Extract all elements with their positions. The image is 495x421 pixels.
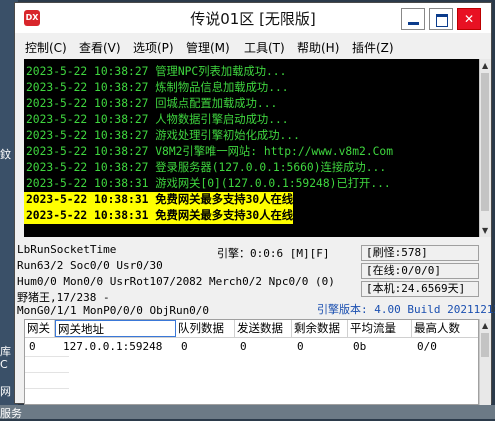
cell-gate-address: 127.0.0.1:59248	[63, 340, 163, 353]
run-stats: Run63/2 Soc0/0 Usr0/30	[17, 259, 163, 272]
maximize-icon	[436, 14, 448, 27]
scrollbar-thumb[interactable]	[481, 333, 489, 357]
local-uptime: [本机:24.6569天]	[361, 281, 479, 297]
col-remaining[interactable]: 剩余数据	[292, 320, 348, 337]
table-scrollbar[interactable]: ▲	[479, 319, 491, 405]
log-line: 2023-5-22 10:38:27 V8M2引擎唯一网站: http://ww…	[26, 145, 394, 158]
menu-manage[interactable]: 管理(M)	[186, 39, 230, 56]
log-scrollbar[interactable]: ▲ ▼	[479, 59, 491, 237]
cell-max-users: 0/0	[417, 340, 437, 353]
maximize-button[interactable]	[429, 8, 453, 30]
col-gate-address[interactable]: 网关地址	[55, 320, 176, 337]
log-line: 2023-5-22 10:38:27 登录服务器(127.0.0.1:5660)…	[26, 161, 387, 174]
log-line: 2023-5-22 10:38:27 回城点配置加载成功...	[26, 97, 278, 110]
log-console[interactable]: 2023-5-22 10:38:27 管理NPC列表加载成功... 2023-5…	[24, 59, 479, 237]
refresh-count: [刷怪:578]	[361, 245, 479, 261]
cell-sent: 0	[240, 340, 247, 353]
minimize-button[interactable]	[401, 8, 425, 30]
menu-view[interactable]: 查看(V)	[79, 39, 121, 56]
engine-runtime: 引擎：0:0:6 [M][F]	[217, 247, 330, 260]
col-max-users[interactable]: 最高人数	[412, 320, 478, 337]
scrollbar-thumb[interactable]	[481, 73, 489, 211]
log-line: 2023-5-22 10:38:27 游戏处理引擎初始化成功...	[26, 129, 300, 142]
scroll-up-icon[interactable]: ▲	[482, 321, 488, 330]
log-line: 2023-5-22 10:38:31 免费网关最多支持30人在线	[24, 208, 294, 224]
title-bar[interactable]: DX 传说01区 [无限版] ✕	[15, 3, 491, 33]
scroll-up-icon[interactable]: ▲	[482, 61, 488, 70]
log-line: 2023-5-22 10:38:27 炼制物品信息加载成功...	[26, 81, 289, 94]
online-count: [在线:0/0/0]	[361, 263, 479, 279]
col-queue[interactable]: 队列数据	[176, 320, 235, 337]
menu-help[interactable]: 帮助(H)	[297, 39, 339, 56]
socket-time-label: LbRunSocketTime	[17, 243, 117, 256]
log-line: 2023-5-22 10:38:27 管理NPC列表加载成功...	[26, 65, 287, 78]
scroll-down-icon[interactable]: ▼	[482, 226, 488, 235]
menu-plugins[interactable]: 插件(Z)	[352, 39, 394, 56]
log-line: 2023-5-22 10:38:27 人物数据引擎启动成功...	[26, 113, 289, 126]
cell-remaining: 0	[297, 340, 304, 353]
gate-table-header: 网关 网关地址 队列数据 发送数据 剩余数据 平均流量 最高人数	[25, 320, 478, 338]
close-icon: ✕	[463, 12, 475, 26]
log-line: 2023-5-22 10:38:31 游戏网关[0](127.0.0.1:592…	[26, 177, 391, 190]
mon-stats: MonG0/1/1 MonP0/0/0 ObjRun0/0	[17, 304, 210, 317]
close-button[interactable]: ✕	[457, 8, 481, 30]
minimize-icon	[408, 22, 419, 25]
player-info: 野猪王,17/238 -	[17, 291, 110, 304]
engine-version: 引擎版本: 4.00 Build 20211212	[317, 303, 495, 316]
grid-line	[25, 388, 69, 389]
cell-avg-traffic: 0b	[353, 340, 367, 353]
cell-queue: 0	[181, 340, 188, 353]
grid-line	[25, 356, 69, 357]
col-gate[interactable]: 网关	[25, 320, 55, 337]
menu-control[interactable]: 控制(C)	[25, 39, 67, 56]
log-line: 2023-5-22 10:38:31 免费网关最多支持30人在线	[24, 192, 294, 208]
desktop-taskbar-strip: 服务	[0, 405, 495, 420]
menu-options[interactable]: 选项(P)	[133, 39, 174, 56]
menu-tools[interactable]: 工具(T)	[244, 39, 285, 56]
gate-table[interactable]: 网关 网关地址 队列数据 发送数据 剩余数据 平均流量 最高人数 0 127.0…	[24, 319, 479, 405]
hum-stats: Hum0/0 Mon0/0 UsrRot107/2082 Merch0/2 Np…	[17, 275, 335, 288]
cell-gate: 0	[29, 340, 36, 353]
col-avg-traffic[interactable]: 平均流量	[348, 320, 412, 337]
col-sent[interactable]: 发送数据	[235, 320, 292, 337]
server-window: DX 传说01区 [无限版] ✕ 控制(C) 查看(V) 选项(P) 管理(M)…	[14, 2, 495, 405]
status-panel: LbRunSocketTime 引擎：0:0:6 [M][F] Run63/2 …	[15, 240, 495, 320]
menu-bar: 控制(C) 查看(V) 选项(P) 管理(M) 工具(T) 帮助(H) 插件(Z…	[15, 37, 491, 55]
grid-line	[25, 372, 69, 373]
